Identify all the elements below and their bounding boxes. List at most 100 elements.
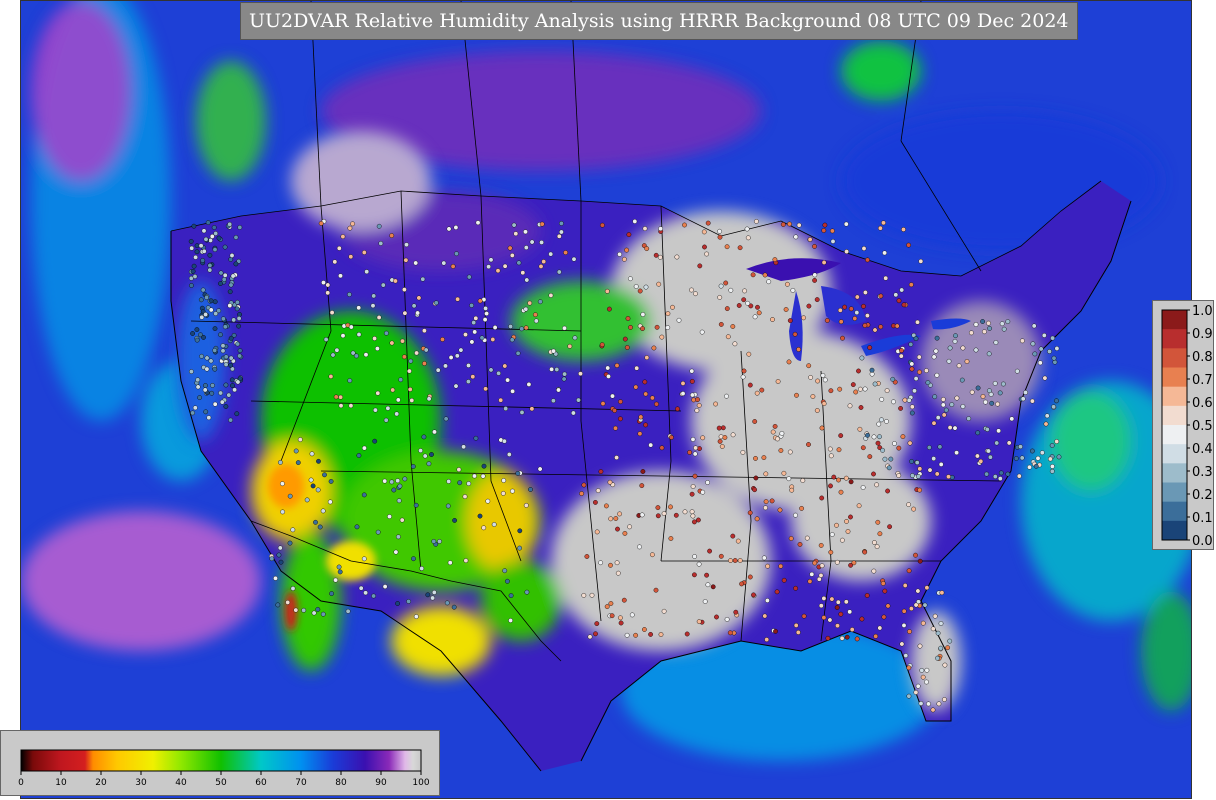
station-dot [371,293,377,299]
station-dot [406,599,411,604]
station-dot [483,305,488,311]
station-dot [656,281,662,287]
station-dot [529,406,535,412]
station-dot [769,498,775,504]
station-dot [198,243,204,249]
station-dot [862,386,868,392]
obs-tick-label: 0.2 [1192,488,1213,503]
station-dot [697,446,702,451]
station-dot [938,645,944,651]
station-dot [579,491,584,496]
station-dot [865,432,870,438]
rh-colorbar-bar [20,749,422,772]
station-dot [338,273,343,279]
station-dot [653,587,659,593]
station-dot [814,408,820,413]
station-dot [212,401,218,407]
station-dot [223,354,229,360]
station-dot [608,601,614,606]
station-dot [380,282,386,288]
station-dot [519,409,525,415]
station-dot [492,325,498,330]
station-dot [684,631,690,637]
station-dot [1051,404,1057,410]
station-dot [872,327,878,333]
station-dot [488,257,494,263]
station-dot [756,310,762,316]
station-dot [980,394,986,399]
station-dot [909,606,914,611]
station-dot [231,317,237,323]
station-dot [924,585,930,591]
station-dot [737,245,743,251]
station-dot [871,434,877,440]
station-dot [934,471,940,477]
station-dot [229,253,235,258]
station-dot [201,248,207,254]
station-dot [848,306,854,312]
station-dot [311,610,317,616]
station-dot [995,401,1000,407]
obs-colorbar-bin [1162,367,1187,388]
station-dot [794,392,799,398]
station-dot [809,571,815,577]
station-dot [668,504,673,510]
station-dot [682,509,688,515]
station-dot [886,465,892,471]
station-dot [924,667,930,673]
station-dot [828,388,834,394]
station-dot [1019,455,1025,461]
station-dot [853,389,859,395]
california-blue [176,281,226,441]
station-dot [204,355,210,361]
station-dot [361,556,367,562]
station-dot [642,226,648,232]
station-dot [313,519,318,525]
station-dot [665,325,671,330]
station-dot [371,593,376,599]
station-dot [878,293,884,299]
station-dot [391,487,397,493]
station-dot [947,425,953,430]
atlantic-dry [1051,391,1131,491]
station-dot [194,243,200,249]
rh-tick-label: 10 [55,778,67,788]
station-dot [796,222,802,228]
station-dot [236,323,242,329]
station-dot [537,466,543,472]
station-dot [717,228,722,234]
station-dot [941,412,947,418]
station-dot [613,516,619,521]
station-dot [502,263,508,269]
station-dot [920,620,926,626]
new-mexico-yellow [466,471,536,571]
station-dot [909,458,914,464]
station-dot [908,282,914,288]
station-dot [861,246,867,251]
station-dot [589,592,595,598]
station-dot [640,326,645,331]
station-dot [812,272,818,278]
station-dot [670,304,675,310]
station-dot [819,563,825,569]
rh-analysis-map[interactable] [20,0,1192,799]
station-dot [310,483,316,489]
station-dot [533,318,539,324]
station-dot [879,396,885,402]
station-dot [997,390,1003,396]
station-dot [934,335,940,341]
station-dot [720,425,726,431]
obs-tick-label: 0.6 [1192,396,1213,411]
station-dot [932,394,938,400]
station-dot [844,519,849,524]
station-dot [614,560,620,566]
station-dot [1041,332,1047,338]
station-dot [975,385,981,391]
station-dot [422,453,428,459]
station-dot [765,598,770,603]
pacific-swirl [21,511,261,651]
station-dot [435,367,441,373]
station-dot [220,316,226,322]
station-dot [218,281,223,286]
station-dot [727,630,733,636]
